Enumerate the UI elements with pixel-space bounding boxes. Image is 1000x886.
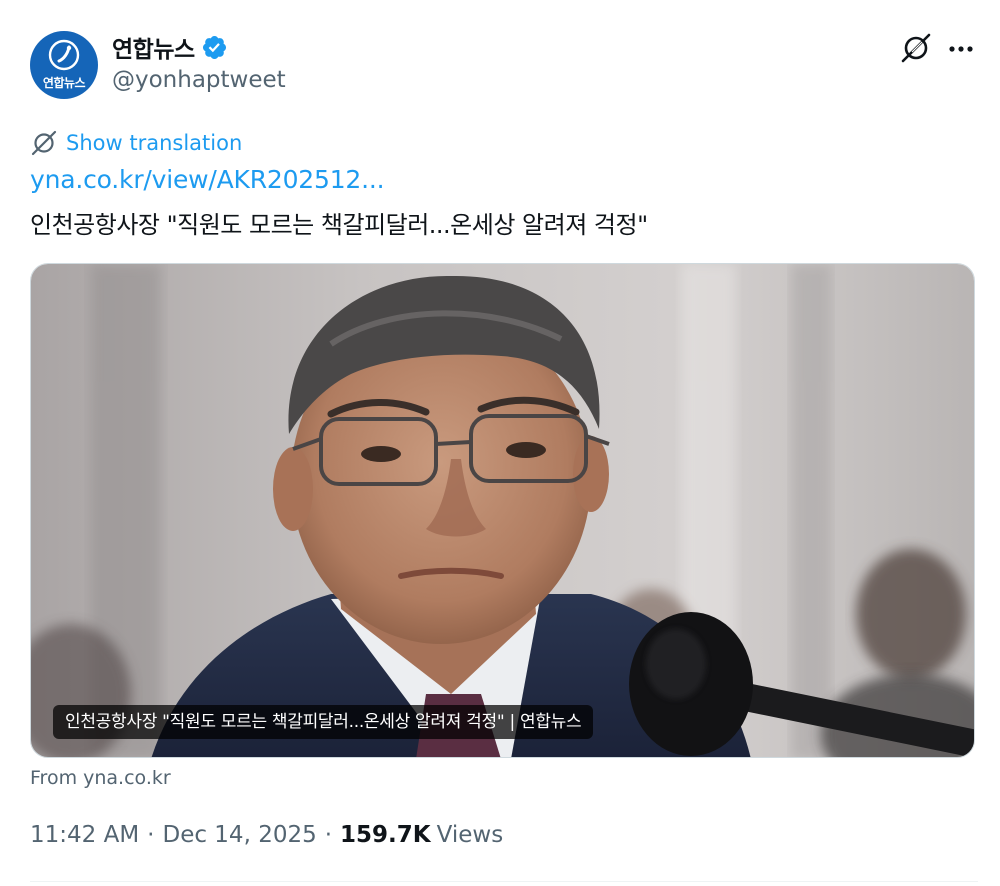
views-count: 159.7K	[340, 822, 431, 848]
card-image	[31, 264, 974, 757]
show-translation-label: Show translation	[66, 131, 243, 155]
more-icon[interactable]	[944, 32, 978, 66]
display-name[interactable]: 연합뉴스	[112, 30, 195, 64]
avatar[interactable]: 연합뉴스	[30, 31, 98, 99]
avatar-label: 연합뉴스	[42, 76, 86, 90]
tweet-time[interactable]: 11:42 AM	[30, 822, 139, 848]
author-handle[interactable]: @yonhaptweet	[112, 67, 286, 93]
author-name-row[interactable]: 연합뉴스	[112, 30, 228, 64]
meta-separator: ·	[147, 822, 155, 848]
show-translation-button[interactable]: Show translation	[30, 127, 242, 159]
tweet-meta: 11:42 AM · Dec 14, 2025 · 159.7K Views	[30, 822, 503, 848]
verified-badge-icon	[202, 35, 226, 59]
yonhap-logo-icon	[48, 39, 80, 71]
meta-separator: ·	[324, 822, 333, 848]
card-caption: 인천공항사장 "직원도 모르는 책갈피달러...온세상 알려져 걱정" | 연합…	[53, 705, 594, 739]
views-label: Views	[436, 822, 504, 848]
tweet-text: 인천공항사장 "직원도 모르는 책갈피달러...온세상 알려져 걱정"	[30, 211, 648, 239]
card-source-domain[interactable]: From yna.co.kr	[30, 767, 171, 789]
tweet: 연합뉴스 연합뉴스 @yonhaptweet Show translation …	[0, 0, 1000, 886]
link-card[interactable]: 인천공항사장 "직원도 모르는 책갈피달러...온세상 알려져 걱정" | 연합…	[30, 263, 975, 758]
article-link[interactable]: yna.co.kr/view/AKR202512...	[30, 165, 385, 194]
divider	[30, 881, 978, 882]
tweet-date[interactable]: Dec 14, 2025	[162, 822, 316, 848]
grok-translate-icon	[31, 130, 57, 156]
grok-icon[interactable]	[898, 30, 934, 66]
